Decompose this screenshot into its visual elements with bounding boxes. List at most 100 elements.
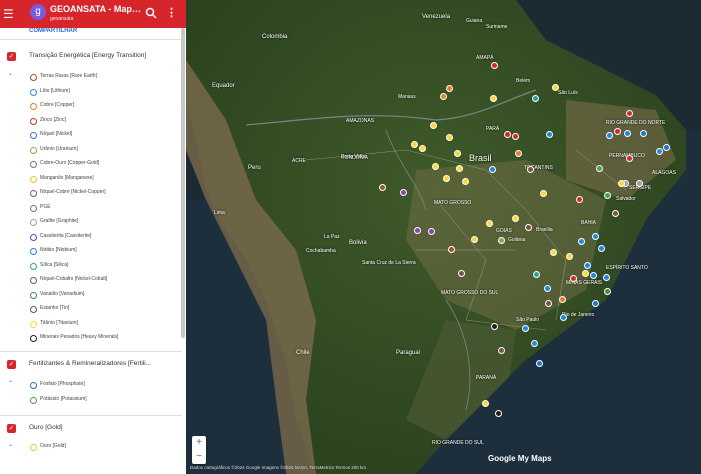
map-marker-icon[interactable]	[414, 227, 421, 234]
map-marker-icon[interactable]	[626, 155, 633, 162]
legend-item[interactable]: Sílica [Silica]	[30, 262, 180, 272]
layer-checkbox[interactable]: ✓	[7, 360, 16, 369]
map-canvas[interactable]: Venezuela Colombia Equador Peru Bolivia Chile…	[186, 0, 701, 474]
map-marker-icon[interactable]	[560, 314, 567, 321]
map-marker-icon[interactable]	[584, 262, 591, 269]
collapse-chevron-icon[interactable]: ⌄	[8, 70, 13, 77]
legend-item[interactable]: Níquel-Cobre [Nickel-Copper]	[30, 189, 180, 199]
legend-item[interactable]: Cassiterita [Cassiterite]	[30, 233, 180, 243]
map-marker-icon[interactable]	[486, 220, 493, 227]
map-marker-icon[interactable]	[491, 323, 498, 330]
legend-item[interactable]: Minerais Pesados [Heavy Minerals]	[30, 334, 180, 344]
map-marker-icon[interactable]	[592, 300, 599, 307]
legend-item[interactable]: Vanádio [Vanadium]	[30, 291, 180, 301]
zoom-in-button[interactable]: +	[192, 436, 206, 450]
map-marker-icon[interactable]	[379, 184, 386, 191]
map-marker-icon[interactable]	[559, 296, 566, 303]
map-marker-icon[interactable]	[576, 196, 583, 203]
legend-item[interactable]: Nióbio [Niobium]	[30, 247, 180, 257]
map-marker-icon[interactable]	[454, 150, 461, 157]
map-marker-icon[interactable]	[598, 245, 605, 252]
map-marker-icon[interactable]	[456, 165, 463, 172]
map-marker-icon[interactable]	[532, 95, 539, 102]
map-marker-icon[interactable]	[471, 236, 478, 243]
map-marker-icon[interactable]	[614, 128, 621, 135]
legend-item[interactable]: Cobre [Copper]	[30, 102, 180, 112]
map-marker-icon[interactable]	[527, 166, 534, 173]
map-marker-icon[interactable]	[446, 85, 453, 92]
share-button[interactable]: COMPARTILHAR	[29, 28, 77, 34]
map-marker-icon[interactable]	[604, 288, 611, 295]
map-marker-icon[interactable]	[462, 178, 469, 185]
more-options-icon[interactable]: ⋮	[166, 7, 177, 19]
legend-item[interactable]: Níquel [Nickel]	[30, 131, 180, 141]
map-marker-icon[interactable]	[656, 148, 663, 155]
map-marker-icon[interactable]	[504, 131, 511, 138]
map-marker-icon[interactable]	[428, 228, 435, 235]
map-marker-icon[interactable]	[540, 190, 547, 197]
map-marker-icon[interactable]	[536, 360, 543, 367]
map-marker-icon[interactable]	[582, 270, 589, 277]
map-marker-icon[interactable]	[448, 246, 455, 253]
map-marker-icon[interactable]	[446, 134, 453, 141]
layer-energy-transition[interactable]: ✓ Transição Energética [Energy Transitio…	[0, 52, 182, 64]
legend-item[interactable]: Ouro [Gold]	[30, 443, 180, 453]
map-marker-icon[interactable]	[515, 150, 522, 157]
legend-item[interactable]: Níquel-Cobalto [Nickel-Cobalt]	[30, 276, 180, 286]
collapse-chevron-icon[interactable]: ⌄	[8, 377, 13, 384]
map-marker-icon[interactable]	[430, 122, 437, 129]
legend-item[interactable]: Zinco [Zinc]	[30, 117, 180, 127]
legend-item[interactable]: Cobre-Ouro [Copper-Gold]	[30, 160, 180, 170]
map-marker-icon[interactable]	[489, 166, 496, 173]
legend-item[interactable]: Lítio [Lithium]	[30, 88, 180, 98]
legend-item[interactable]: Grafite [Graphite]	[30, 218, 180, 228]
menu-icon[interactable]: ☰	[3, 8, 14, 20]
map-marker-icon[interactable]	[604, 192, 611, 199]
map-marker-icon[interactable]	[546, 131, 553, 138]
map-marker-icon[interactable]	[458, 270, 465, 277]
map-marker-icon[interactable]	[592, 233, 599, 240]
map-marker-icon[interactable]	[498, 347, 505, 354]
map-marker-icon[interactable]	[512, 215, 519, 222]
collapse-chevron-icon[interactable]: ⌄	[8, 441, 13, 448]
map-marker-icon[interactable]	[612, 210, 619, 217]
map-marker-icon[interactable]	[550, 249, 557, 256]
map-marker-icon[interactable]	[618, 180, 625, 187]
map-marker-icon[interactable]	[590, 272, 597, 279]
map-marker-icon[interactable]	[512, 133, 519, 140]
legend-item[interactable]: Urânio [Uranium]	[30, 146, 180, 156]
map-marker-icon[interactable]	[482, 400, 489, 407]
layer-checkbox[interactable]: ✓	[7, 52, 16, 61]
map-marker-icon[interactable]	[552, 84, 559, 91]
map-marker-icon[interactable]	[544, 285, 551, 292]
map-marker-icon[interactable]	[491, 62, 498, 69]
zoom-out-button[interactable]: −	[192, 450, 206, 464]
layer-checkbox[interactable]: ✓	[7, 424, 16, 433]
legend-item[interactable]: Manganês [Manganese]	[30, 175, 180, 185]
map-marker-icon[interactable]	[432, 163, 439, 170]
map-marker-icon[interactable]	[606, 132, 613, 139]
map-marker-icon[interactable]	[533, 271, 540, 278]
map-marker-icon[interactable]	[495, 410, 502, 417]
map-marker-icon[interactable]	[400, 189, 407, 196]
map-marker-icon[interactable]	[531, 340, 538, 347]
legend-item[interactable]: Terras Raras [Rare Earth]	[30, 73, 180, 83]
map-marker-icon[interactable]	[522, 325, 529, 332]
map-marker-icon[interactable]	[663, 144, 670, 151]
map-marker-icon[interactable]	[636, 180, 643, 187]
map-marker-icon[interactable]	[640, 130, 647, 137]
map-marker-icon[interactable]	[411, 141, 418, 148]
map-marker-icon[interactable]	[603, 274, 610, 281]
zoom-control[interactable]: + −	[192, 436, 206, 464]
legend-item[interactable]: PGE	[30, 204, 180, 214]
search-icon[interactable]	[145, 7, 157, 19]
sidebar-scrollbar[interactable]	[181, 28, 185, 338]
legend-item[interactable]: Estanho [Tin]	[30, 305, 180, 315]
map-marker-icon[interactable]	[570, 275, 577, 282]
map-marker-icon[interactable]	[498, 237, 505, 244]
map-marker-icon[interactable]	[545, 300, 552, 307]
legend-item[interactable]: Titânio [Titanium]	[30, 320, 180, 330]
map-marker-icon[interactable]	[525, 224, 532, 231]
map-marker-icon[interactable]	[440, 93, 447, 100]
layer-fertilizers[interactable]: ✓ Fertilizantes & Remineralizadores [Fer…	[0, 360, 182, 372]
